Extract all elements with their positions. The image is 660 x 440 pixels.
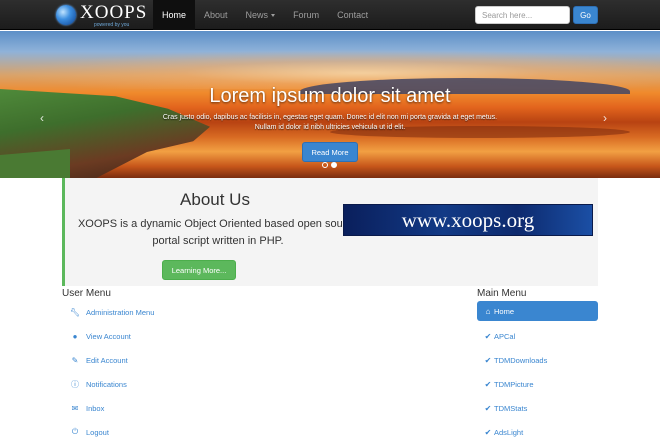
nav-item-news[interactable]: News (237, 0, 285, 30)
user-menu-item-inbox[interactable]: ✉ Inbox (62, 398, 105, 418)
read-more-button[interactable]: Read More (302, 142, 358, 162)
xoops-banner[interactable]: www.xoops.org (343, 204, 593, 236)
menu-item-label: APCal (494, 331, 516, 341)
hero-title: Lorem ipsum dolor sit amet (209, 85, 451, 107)
hero-caption-line: Cras justo odio, dapibus ac facilisis in… (162, 114, 498, 121)
check-icon: ✔ (484, 403, 492, 413)
home-icon: ⌂ (485, 306, 491, 316)
chevron-left-icon[interactable]: ‹ (40, 111, 44, 125)
hero-carousel: Lorem ipsum dolor sit amet Cras justo od… (0, 31, 660, 178)
globe-icon (56, 5, 76, 25)
check-icon: ✔ (484, 355, 492, 365)
hero-caption-line: Nullam id dolor id nibh ultricies vehicu… (254, 124, 406, 131)
pencil-icon: ✎ (71, 355, 79, 365)
user-icon: ● (72, 331, 78, 341)
menu-item-label: View Account (86, 331, 131, 341)
main-menu-item-tdmpicture[interactable]: ✔ TDMPicture (477, 374, 598, 394)
menu-item-label: Notifications (86, 379, 127, 389)
about-panel: About Us XOOPS is a dynamic Object Orien… (62, 178, 598, 286)
brand-text: XOOPS powered by you (80, 3, 147, 28)
nav-item-label: About (204, 10, 228, 20)
user-menu-item-admin[interactable]: 🔧︎ Administration Menu (62, 302, 154, 322)
user-menu-item-notifications[interactable]: ⓘ Notifications (62, 374, 127, 394)
learning-more-button[interactable]: Learning More... (162, 260, 236, 280)
nav-item-label: News (245, 10, 269, 20)
menu-item-label: Home (494, 306, 515, 316)
navbar: XOOPS powered by you Home About News For… (0, 0, 660, 30)
about-title: About Us (180, 190, 250, 209)
menu-item-label: Inbox (86, 403, 105, 413)
user-menu-title: User Menu (62, 288, 111, 299)
nav-item-contact[interactable]: Contact (328, 0, 377, 30)
menu-item-label: TDMPicture (494, 379, 534, 389)
main-menu-item-adslight[interactable]: ✔ AdsLight (477, 422, 598, 440)
nav-item-label: Forum (293, 10, 320, 20)
wrench-icon: 🔧︎ (69, 307, 81, 317)
main-menu-item-tdmstats[interactable]: ✔ TDMStats (477, 398, 598, 418)
user-menu-item-logout[interactable]: ⏻ Logout (62, 422, 109, 440)
check-icon: ✔ (484, 331, 492, 341)
caret-down-icon (271, 13, 276, 17)
brand-tagline: powered by you (94, 21, 130, 28)
menu-item-label: TDMStats (494, 403, 528, 413)
search-input[interactable] (475, 6, 570, 24)
check-icon: ✔ (484, 379, 492, 389)
nav-item-label: Contact (337, 10, 369, 20)
brand-name: XOOPS (80, 1, 148, 23)
envelope-icon: ✉ (71, 403, 79, 413)
about-text: XOOPS is a dynamic Object Oriented based… (77, 218, 359, 247)
menu-item-label: TDMDownloads (494, 355, 548, 365)
power-icon: ⏻ (71, 427, 79, 436)
info-icon: ⓘ (71, 379, 79, 389)
nav-item-home[interactable]: Home (153, 0, 196, 30)
menu-item-label: AdsLight (494, 427, 524, 437)
search-go-button[interactable]: Go (573, 6, 598, 24)
check-icon: ✔ (484, 427, 492, 437)
main-menu-item-home[interactable]: ⌂ Home (477, 301, 598, 321)
nav-item-about[interactable]: About (195, 0, 237, 30)
user-menu-item-edit-account[interactable]: ✎ Edit Account (62, 350, 128, 370)
brand-logo[interactable]: XOOPS powered by you (56, 3, 147, 27)
menu-item-label: Edit Account (86, 355, 128, 365)
carousel-dot[interactable] (322, 162, 328, 168)
carousel-dot-active[interactable] (331, 162, 337, 168)
menu-item-label: Logout (86, 427, 109, 437)
main-menu-item-tdmdownloads[interactable]: ✔ TDMDownloads (477, 350, 598, 370)
page: XOOPS powered by you Home About News For… (0, 0, 660, 440)
menu-item-label: Administration Menu (86, 307, 155, 317)
main-nav: Home About News Forum Contact (153, 0, 377, 30)
chevron-right-icon[interactable]: › (603, 111, 607, 125)
nav-item-forum[interactable]: Forum (284, 0, 328, 30)
carousel-indicators (322, 162, 337, 168)
main-menu-item-apcal[interactable]: ✔ APCal (477, 326, 598, 346)
main-menu-title: Main Menu (477, 288, 527, 299)
hero-caption: Cras justo odio, dapibus ac facilisis in… (130, 113, 530, 133)
user-menu-item-view-account[interactable]: ● View Account (62, 326, 131, 346)
banner-text: www.xoops.org (401, 207, 535, 232)
nav-item-label: Home (162, 10, 187, 20)
